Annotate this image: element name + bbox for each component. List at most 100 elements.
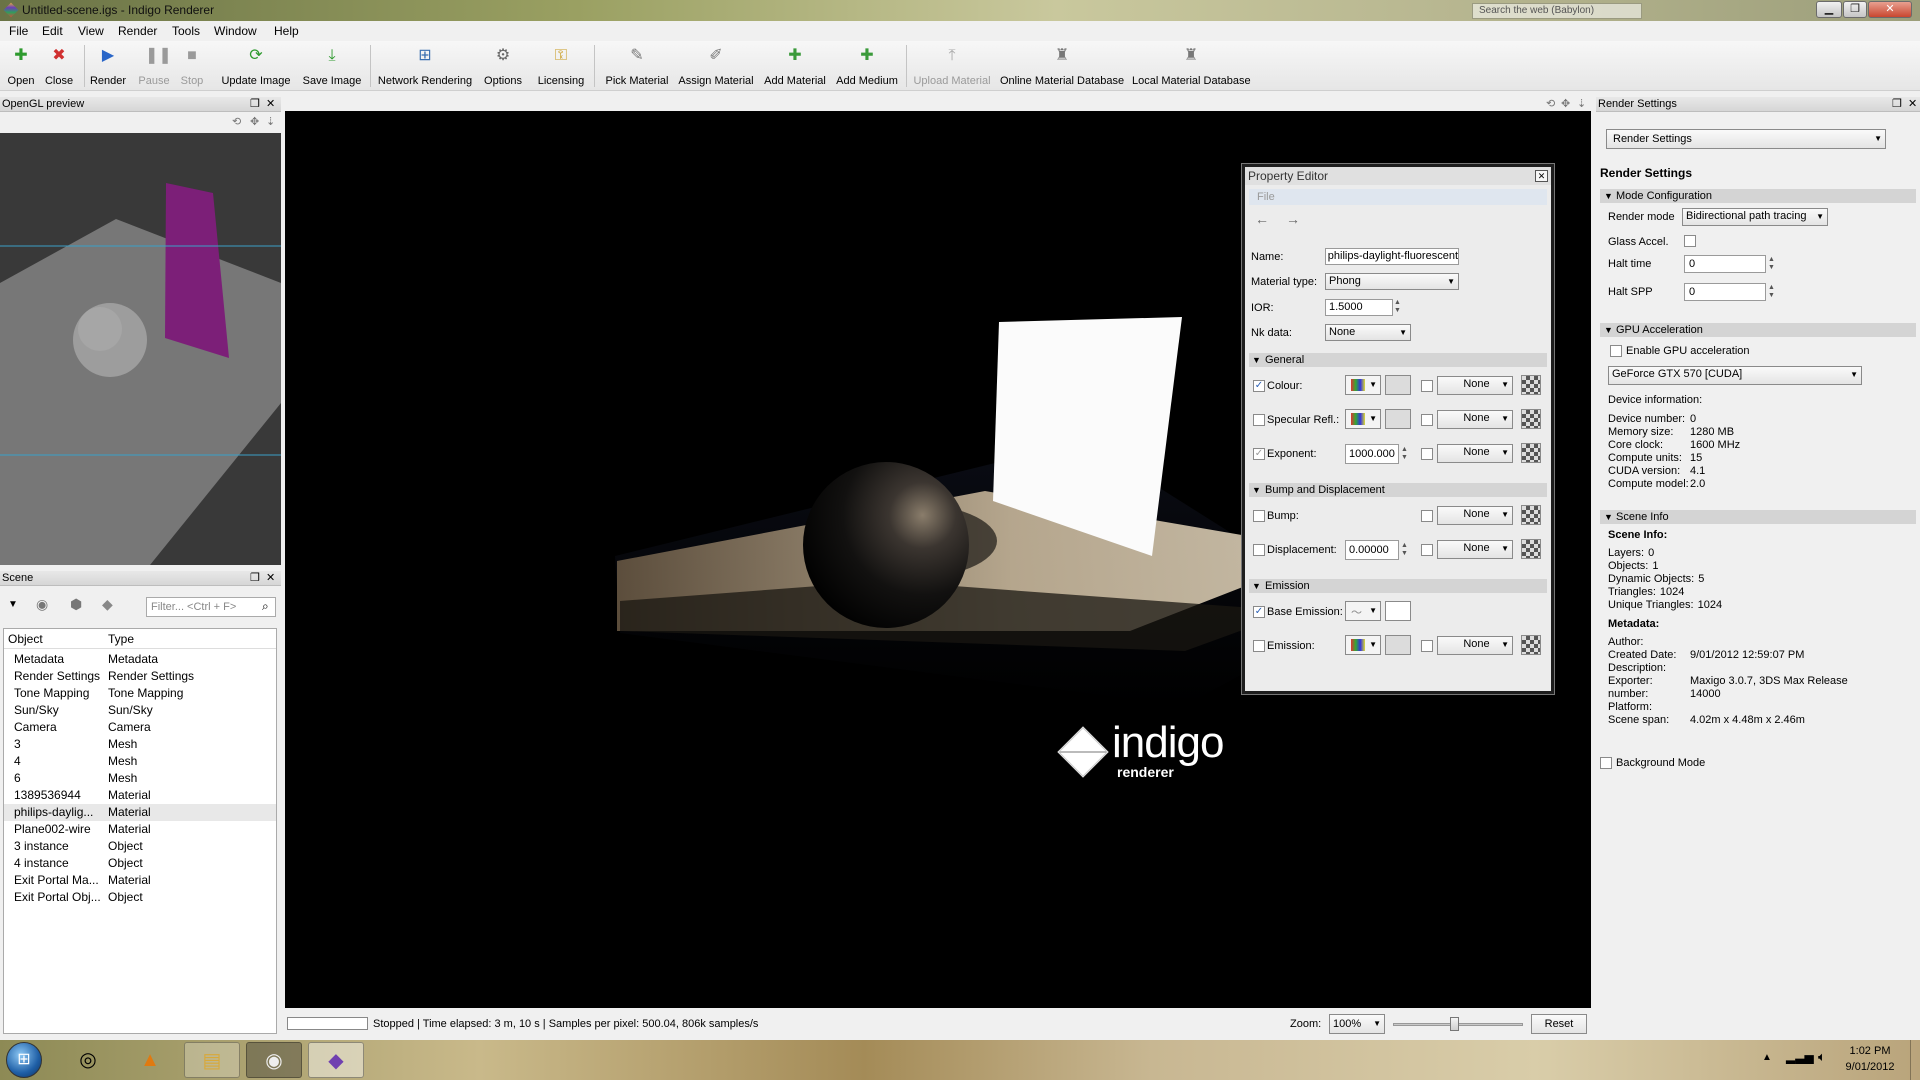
checker-texture-icon[interactable] xyxy=(1521,539,1541,559)
file-menu[interactable]: File xyxy=(1249,189,1547,205)
scene-info-section[interactable]: ▼ Scene Info xyxy=(1600,510,1916,524)
menu-render[interactable]: Render xyxy=(118,24,157,38)
table-row[interactable]: Camera Camera xyxy=(4,719,276,736)
exponent-texture-checkbox[interactable] xyxy=(1421,448,1433,460)
add-object-icon[interactable]: ◉ xyxy=(36,596,48,613)
save-image-button[interactable]: ⤓ Save Image xyxy=(300,41,364,91)
table-row[interactable]: 4 Mesh xyxy=(4,753,276,770)
vlc-taskbar-icon[interactable]: ▲ xyxy=(122,1042,178,1078)
exponent-checkbox[interactable]: ✓ xyxy=(1253,448,1265,460)
checker-texture-icon[interactable] xyxy=(1521,635,1541,655)
checker-texture-icon[interactable] xyxy=(1521,375,1541,395)
displacement-texture-checkbox[interactable] xyxy=(1421,544,1433,556)
ior-spinner[interactable]: ▲ ▼ xyxy=(1394,299,1401,315)
enable-gpu-checkbox[interactable] xyxy=(1610,345,1622,357)
nk-data-select[interactable]: None ▼ xyxy=(1325,324,1411,341)
specular-checkbox[interactable] xyxy=(1253,414,1265,426)
pan-icon[interactable]: ✥ xyxy=(1561,98,1570,111)
checker-texture-icon[interactable] xyxy=(1521,409,1541,429)
table-row[interactable]: Exit Portal Ma... Material xyxy=(4,872,276,889)
close-panel-icon[interactable]: ✕ xyxy=(266,572,275,585)
pan-icon[interactable]: ✥ xyxy=(250,116,259,129)
menu-window[interactable]: Window xyxy=(214,24,257,38)
table-row[interactable]: Metadata Metadata xyxy=(4,651,276,668)
zoom-icon[interactable]: ⇣ xyxy=(1577,98,1586,111)
bump-checkbox[interactable] xyxy=(1253,510,1265,522)
expand-all-icon[interactable]: ▼ xyxy=(8,599,18,610)
table-row[interactable]: philips-daylig... Material xyxy=(4,804,276,821)
minimize-button[interactable]: ▁ xyxy=(1816,1,1842,18)
licensing-button[interactable]: ⚿ Licensing xyxy=(536,41,586,91)
colour-texture-select[interactable]: None ▼ xyxy=(1437,376,1513,395)
gpu-acceleration-section[interactable]: ▼ GPU Acceleration xyxy=(1600,323,1916,337)
colour-spectrum-picker[interactable]: ▼ xyxy=(1345,375,1381,395)
network-rendering-button[interactable]: ⊞ Network Rendering xyxy=(376,41,474,91)
menu-file[interactable]: File xyxy=(9,24,28,38)
close-panel-icon[interactable]: ✕ xyxy=(266,98,275,111)
bump-texture-select[interactable]: None ▼ xyxy=(1437,506,1513,525)
undock-icon[interactable]: ❐ xyxy=(250,572,260,585)
menu-view[interactable]: View xyxy=(78,24,104,38)
scene-filter-input[interactable]: Filter... <Ctrl + F> xyxy=(146,597,276,617)
table-row[interactable]: 3 Mesh xyxy=(4,736,276,753)
show-desktop-button[interactable] xyxy=(1910,1040,1920,1080)
ior-input[interactable]: 1.5000 xyxy=(1325,299,1393,316)
add-medium-button[interactable]: ✚ Add Medium xyxy=(836,41,898,91)
column-type[interactable]: Type xyxy=(108,632,134,646)
zoom-select[interactable]: 100% ▼ xyxy=(1329,1014,1385,1034)
browser-search-input[interactable]: Search the web (Babylon) xyxy=(1472,3,1642,19)
halt-time-spinner[interactable]: ▲ ▼ xyxy=(1768,256,1775,272)
halt-spp-input[interactable]: 0 xyxy=(1684,283,1766,301)
explorer-taskbar-icon[interactable]: ▤ xyxy=(184,1042,240,1078)
specular-spectrum-picker[interactable]: ▼ xyxy=(1345,409,1381,429)
back-arrow-icon[interactable]: ← xyxy=(1255,211,1269,227)
specular-texture-checkbox[interactable] xyxy=(1421,414,1433,426)
close-window-button[interactable]: ✕ xyxy=(1868,1,1912,18)
colour-checkbox[interactable]: ✓ xyxy=(1253,380,1265,392)
maximize-button[interactable]: ❐ xyxy=(1843,1,1867,18)
tray-expand-icon[interactable]: ▲ xyxy=(1762,1052,1772,1063)
colour-swatch[interactable] xyxy=(1385,375,1411,395)
table-row[interactable]: Plane002-wire Material xyxy=(4,821,276,838)
pick-material-button[interactable]: ✎ Pick Material xyxy=(604,41,670,91)
pause-button[interactable]: ❚❚ Pause xyxy=(134,41,174,91)
assign-material-button[interactable]: ✐ Assign Material xyxy=(678,41,754,91)
displacement-checkbox[interactable] xyxy=(1253,544,1265,556)
add-material-small-icon[interactable]: ⬢ xyxy=(70,596,82,613)
table-row[interactable]: Tone Mapping Tone Mapping xyxy=(4,685,276,702)
opengl-viewport[interactable] xyxy=(0,133,281,565)
material-name-field[interactable]: philips-daylight-fluorescent xyxy=(1325,248,1459,265)
online-material-database-button[interactable]: ♜ Online Material Database xyxy=(1000,41,1124,91)
close-panel-icon[interactable]: ✕ xyxy=(1908,98,1917,111)
general-section-header[interactable]: ▼ General xyxy=(1249,353,1547,367)
material-type-select[interactable]: Phong ▼ xyxy=(1325,273,1459,290)
render-button[interactable]: ▶ Render xyxy=(88,41,128,91)
menu-tools[interactable]: Tools xyxy=(172,24,200,38)
base-emission-checkbox[interactable]: ✓ xyxy=(1253,606,1265,618)
orbit-icon[interactable]: ⟲ xyxy=(232,116,241,129)
zoom-icon[interactable]: ⇣ xyxy=(266,116,275,129)
halt-spp-spinner[interactable]: ▲ ▼ xyxy=(1768,284,1775,300)
forward-arrow-icon[interactable]: → xyxy=(1286,211,1300,227)
exponent-texture-select[interactable]: None ▼ xyxy=(1437,444,1513,463)
emission-texture-select[interactable]: None ▼ xyxy=(1437,636,1513,655)
upload-material-button[interactable]: ⤒ Upload Material xyxy=(912,41,992,91)
colour-texture-checkbox[interactable] xyxy=(1421,380,1433,392)
menu-edit[interactable]: Edit xyxy=(42,24,63,38)
glass-accel-checkbox[interactable] xyxy=(1684,235,1696,247)
exponent-spinner[interactable]: ▲ ▼ xyxy=(1401,446,1408,462)
emission-checkbox[interactable] xyxy=(1253,640,1265,652)
local-material-database-button[interactable]: ♜ Local Material Database xyxy=(1132,41,1251,91)
emission-swatch[interactable] xyxy=(1385,635,1411,655)
undock-icon[interactable]: ❐ xyxy=(1892,98,1902,111)
emission-spectrum-picker[interactable]: ▼ xyxy=(1345,635,1381,655)
checker-texture-icon[interactable] xyxy=(1521,443,1541,463)
settings-category-select[interactable]: Render Settings ▼ xyxy=(1606,129,1886,149)
network-tray-icon[interactable]: ▂▃▅ xyxy=(1786,1050,1814,1064)
emission-texture-checkbox[interactable] xyxy=(1421,640,1433,652)
table-row[interactable]: Render Settings Render Settings xyxy=(4,668,276,685)
search-icon[interactable]: ⌕ xyxy=(262,599,269,614)
options-button[interactable]: ⚙ Options xyxy=(480,41,526,91)
reset-button[interactable]: Reset xyxy=(1531,1014,1587,1034)
chrome-taskbar-icon[interactable]: ◎ xyxy=(60,1042,116,1078)
